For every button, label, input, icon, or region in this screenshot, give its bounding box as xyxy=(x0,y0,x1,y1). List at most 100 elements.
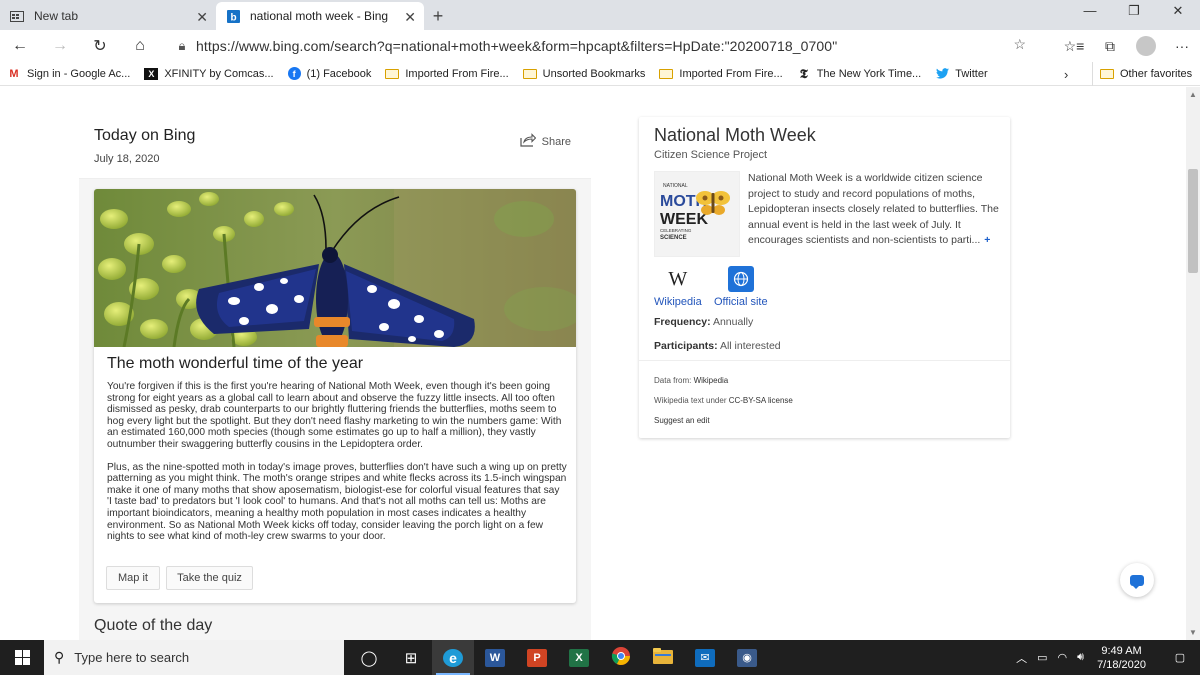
data-from-prefix: Data from: xyxy=(654,376,694,385)
favorite-star-icon[interactable]: ☆ xyxy=(1013,36,1026,53)
more-menu-icon[interactable]: ··· xyxy=(1164,38,1200,54)
taskbar-edge[interactable]: e xyxy=(432,640,474,675)
battery-icon[interactable]: ▭ xyxy=(1037,651,1047,664)
expand-description-icon[interactable]: + xyxy=(984,234,990,246)
favorites-bar: M Sign in - Google Ac... X XFINITY by Co… xyxy=(0,62,1200,86)
folder-icon xyxy=(522,68,537,79)
avatar-icon xyxy=(1136,36,1156,56)
wikipedia-link[interactable]: W Wikipedia xyxy=(654,266,702,309)
tab-bing-search[interactable]: b national moth week - Bing ✕ xyxy=(216,2,424,30)
taskbar-excel[interactable]: X xyxy=(558,640,600,675)
favorite-nyt[interactable]: 𝕿 The New York Time... xyxy=(790,62,929,86)
favorite-xfinity[interactable]: X XFINITY by Comcas... xyxy=(137,62,280,86)
favorite-twitter[interactable]: Twitter xyxy=(928,62,994,86)
clock-date: 7/18/2020 xyxy=(1097,658,1146,671)
address-bar[interactable]: 🔒︎ https://www.bing.com/search?q=nationa… xyxy=(168,33,1034,59)
start-button[interactable] xyxy=(0,640,44,675)
story-title: The moth wonderful time of the year xyxy=(107,355,364,372)
moth-week-logo[interactable]: NATIONAL MOTH WEEK CELEBRATING SCIENCE xyxy=(654,171,740,257)
story-paragraph: You're forgiven if this is the first you… xyxy=(107,381,562,450)
facebook-icon: f xyxy=(287,67,301,80)
taskbar-mail[interactable]: ✉ xyxy=(684,640,726,675)
taskbar-task-view[interactable]: ◯ xyxy=(348,640,390,675)
browser-toolbar: ← → ↻ ⌂ 🔒︎ https://www.bing.com/search?q… xyxy=(0,30,1200,62)
close-window-icon[interactable]: ✕ xyxy=(1156,0,1200,24)
license-link[interactable]: CC-BY-SA license xyxy=(729,396,793,405)
take-quiz-button[interactable]: Take the quiz xyxy=(166,566,253,590)
favorite-label: Sign in - Google Ac... xyxy=(27,67,131,80)
official-site-link[interactable]: Official site xyxy=(714,266,768,308)
quote-of-the-day-heading: Quote of the day xyxy=(94,617,213,634)
favorites-overflow-chevron-icon[interactable]: › xyxy=(1064,67,1068,82)
tab-new-tab[interactable]: New tab ✕ xyxy=(0,2,216,30)
task-view-icon: ◯ xyxy=(360,649,378,667)
close-tab-icon[interactable]: ✕ xyxy=(196,9,208,26)
scroll-up-icon[interactable]: ▲ xyxy=(1189,90,1197,99)
chat-bubble-icon xyxy=(1130,574,1144,589)
favorite-label: Unsorted Bookmarks xyxy=(542,67,646,80)
minimize-icon[interactable]: — xyxy=(1068,0,1112,24)
suggest-edit-link[interactable]: Suggest an edit xyxy=(654,416,710,425)
profile-avatar[interactable] xyxy=(1128,36,1164,56)
address-url[interactable]: https://www.bing.com/search?q=national+m… xyxy=(196,38,837,54)
globe-icon xyxy=(727,266,754,292)
forward-icon[interactable]: → xyxy=(40,37,80,55)
kp-divider xyxy=(639,360,1010,361)
lock-icon[interactable]: 🔒︎ xyxy=(168,38,196,54)
svg-text:b: b xyxy=(230,12,236,23)
favorite-gmail[interactable]: M Sign in - Google Ac... xyxy=(0,62,137,86)
other-favorites[interactable]: Other favorites xyxy=(1092,62,1199,86)
tab-title: New tab xyxy=(34,9,79,23)
share-button[interactable]: Share xyxy=(520,133,571,150)
today-header: Today on Bing July 18, 2020 Share xyxy=(79,117,591,179)
newtab-icon xyxy=(10,10,24,22)
favorite-folder-unsorted[interactable]: Unsorted Bookmarks xyxy=(516,62,653,86)
fact-label: Frequency: xyxy=(654,316,711,328)
home-icon[interactable]: ⌂ xyxy=(120,37,160,55)
scroll-down-icon[interactable]: ▼ xyxy=(1189,628,1197,637)
taskbar-file-explorer[interactable] xyxy=(642,640,684,675)
gmail-icon: M xyxy=(9,67,19,80)
taskbar-chrome[interactable] xyxy=(600,640,642,675)
wikipedia-label: Wikipedia xyxy=(654,296,702,308)
data-from-link[interactable]: Wikipedia xyxy=(694,376,729,385)
favorite-label: (1) Facebook xyxy=(306,67,372,80)
favorite-folder-imported-2[interactable]: Imported From Fire... xyxy=(652,62,789,86)
page-scrollbar[interactable]: ▲ ▼ xyxy=(1186,87,1200,640)
folder-icon xyxy=(1100,69,1114,79)
taskbar-camera[interactable]: ◉ xyxy=(726,640,768,675)
system-clock[interactable]: 9:49 AM 7/18/2020 xyxy=(1097,644,1146,672)
map-it-button[interactable]: Map it xyxy=(106,566,160,590)
share-label: Share xyxy=(541,135,571,148)
chat-button[interactable] xyxy=(1120,563,1154,597)
notifications-icon[interactable]: ▢ xyxy=(1165,651,1195,664)
taskbar-apps: ◯ ⊞ e W P X ✉ ◉ xyxy=(348,640,768,675)
logo-bottom1: CELEBRATING xyxy=(660,228,692,233)
story-body: You're forgiven if this is the first you… xyxy=(107,381,567,554)
tray-overflow-chevron-icon[interactable]: ︿ xyxy=(1016,650,1027,666)
restore-icon[interactable]: ❐ xyxy=(1112,0,1156,24)
favorite-folder-imported-1[interactable]: Imported From Fire... xyxy=(378,62,515,86)
volume-icon[interactable]: 🔊︎ xyxy=(1077,651,1084,664)
kp-license: Wikipedia text under CC-BY-SA license xyxy=(654,396,793,405)
back-icon[interactable]: ← xyxy=(0,37,40,55)
favorites-icon[interactable]: ☆≡ xyxy=(1056,38,1092,55)
taskbar-powerpoint[interactable]: P xyxy=(516,640,558,675)
refresh-icon[interactable]: ↻ xyxy=(80,36,120,56)
new-tab-button[interactable]: + xyxy=(424,2,452,30)
system-tray: ︿ ▭ ◠ 🔊︎ 9:49 AM 7/18/2020 ▢ xyxy=(1011,640,1200,675)
taskbar-search[interactable]: ⚲ Type here to search xyxy=(44,640,344,675)
clock-time: 9:49 AM xyxy=(1101,644,1142,657)
moth-hero-image[interactable] xyxy=(94,189,576,347)
tab-strip: New tab ✕ b national moth week - Bing ✕ … xyxy=(0,0,1200,30)
collections-icon[interactable]: ⧉ xyxy=(1092,38,1128,55)
favorite-label: The New York Time... xyxy=(816,67,922,80)
camera-icon: ◉ xyxy=(737,648,757,667)
close-tab-icon[interactable]: ✕ xyxy=(404,9,416,26)
scrollbar-thumb[interactable] xyxy=(1188,169,1198,273)
today-title: Today on Bing xyxy=(94,127,196,144)
favorite-facebook[interactable]: f (1) Facebook xyxy=(281,62,379,86)
wifi-icon[interactable]: ◠ xyxy=(1058,651,1068,664)
taskbar-word[interactable]: W xyxy=(474,640,516,675)
taskbar-timeline[interactable]: ⊞ xyxy=(390,640,432,675)
